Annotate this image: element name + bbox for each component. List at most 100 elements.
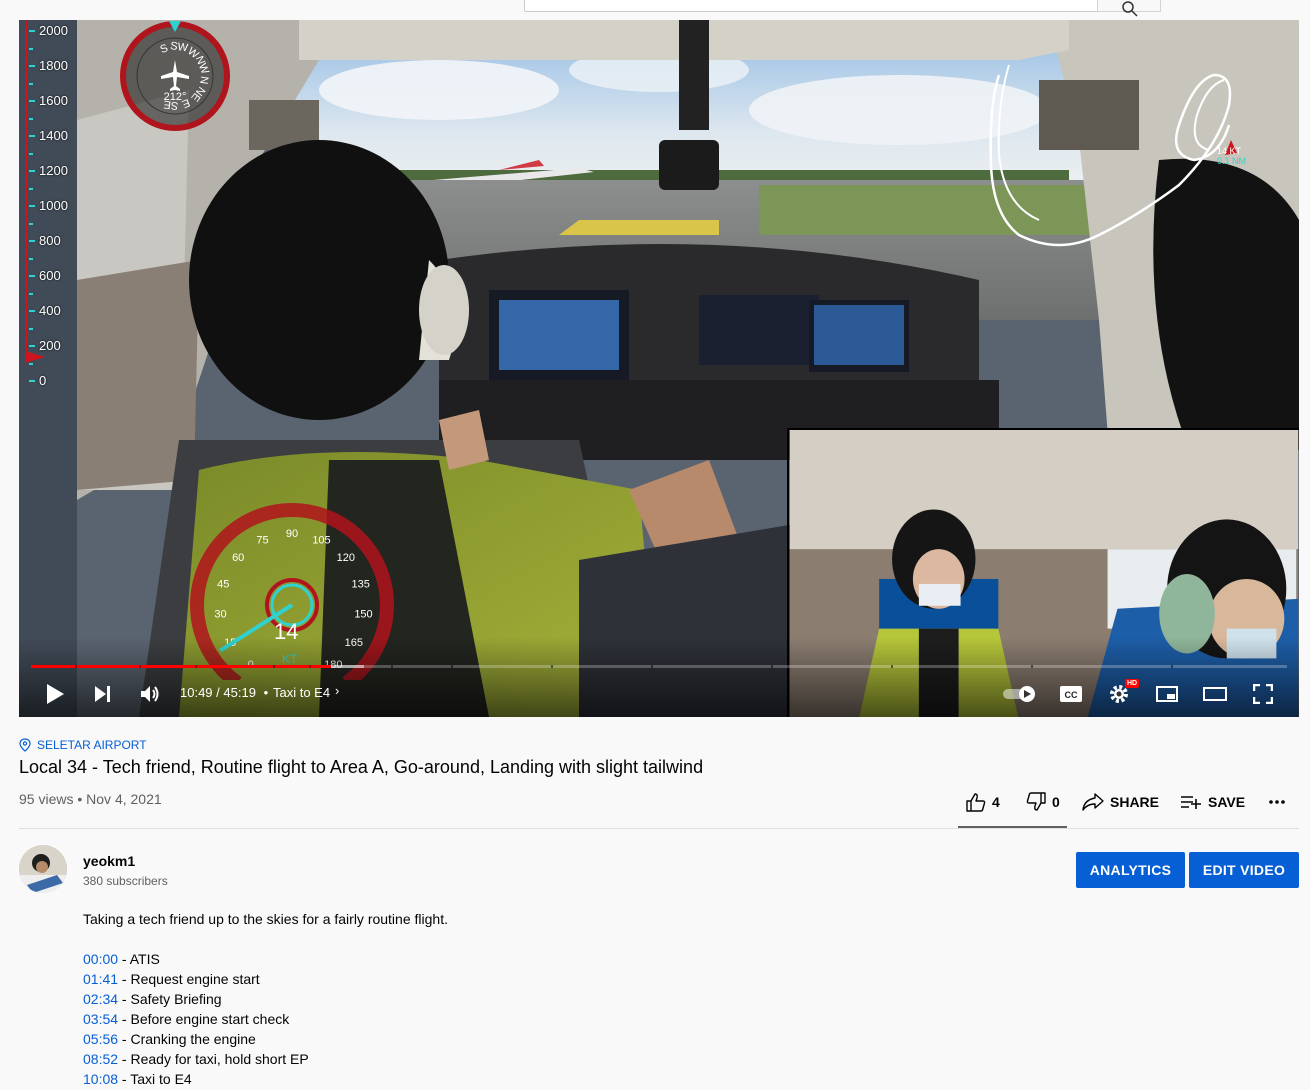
chapter-marker	[551, 665, 553, 668]
play-icon	[47, 684, 64, 704]
channel-avatar[interactable]	[19, 845, 67, 893]
altitude-minor-tick	[29, 327, 33, 330]
share-label: SHARE	[1110, 794, 1160, 810]
edit-video-button[interactable]: EDIT VIDEO	[1189, 852, 1299, 888]
chapter-row: 10:08 - Taxi to E4	[83, 1069, 309, 1089]
chapter-marker	[139, 665, 141, 668]
channel-name[interactable]: yeokm1	[83, 853, 135, 869]
ground-track-map	[989, 64, 1237, 247]
chapter-list: 00:00 - ATIS 01:41 - Request engine start…	[83, 949, 309, 1089]
altitude-tick	[29, 135, 35, 137]
track-distance-readout: 0.1 NM	[1217, 156, 1247, 166]
chapter-title-button[interactable]: Taxi to E4	[273, 685, 330, 700]
altitude-tick	[29, 205, 35, 207]
chapter-row: 00:00 - ATIS	[83, 949, 309, 969]
progress-bar[interactable]	[31, 665, 1287, 668]
altitude-minor-tick	[29, 187, 33, 190]
altitude-tick	[29, 100, 35, 102]
search-button[interactable]	[1097, 0, 1161, 17]
chapter-timestamp-link[interactable]: 05:56	[83, 1031, 118, 1047]
chapter-marker	[195, 665, 197, 668]
chapter-timestamp-link[interactable]: 03:54	[83, 1011, 118, 1027]
chapter-marker	[75, 665, 77, 668]
chevron-right-icon[interactable]: ›	[335, 683, 339, 698]
altitude-redline	[25, 20, 28, 360]
chapter-label: - Cranking the engine	[118, 1031, 256, 1047]
like-count: 4	[992, 794, 1000, 810]
chapter-timestamp-link[interactable]: 01:41	[83, 971, 118, 987]
miniplayer-icon	[1156, 686, 1178, 702]
airspeed-scale-label: 75	[256, 534, 268, 546]
avatar-image	[19, 845, 67, 893]
theater-mode-button[interactable]	[1201, 680, 1229, 708]
upload-date: Nov 4, 2021	[86, 791, 162, 807]
chapter-marker	[391, 665, 393, 668]
chapter-bullet: •	[263, 685, 269, 700]
more-actions-button[interactable]	[1268, 786, 1286, 818]
autoplay-toggle[interactable]	[1001, 680, 1041, 708]
analytics-button[interactable]: ANALYTICS	[1076, 852, 1185, 888]
play-button[interactable]	[41, 680, 69, 708]
share-button[interactable]: SHARE	[1082, 786, 1159, 818]
altitude-tick	[29, 380, 35, 382]
altitude-minor-tick	[29, 47, 33, 50]
altitude-minor-tick	[29, 222, 33, 225]
miniplayer-button[interactable]	[1153, 680, 1181, 708]
airspeed-scale-label: 150	[354, 608, 372, 620]
search-input[interactable]	[524, 0, 1098, 12]
fullscreen-button[interactable]	[1249, 680, 1277, 708]
altitude-tick	[29, 310, 35, 312]
compass-label: N	[197, 75, 210, 85]
chapter-timestamp-link[interactable]: 00:00	[83, 951, 118, 967]
share-icon	[1082, 793, 1104, 811]
search-icon	[1122, 1, 1138, 17]
mute-button[interactable]	[137, 680, 165, 708]
dislike-count: 0	[1052, 794, 1060, 810]
altitude-label: 0	[39, 373, 47, 388]
chapter-timestamp-link[interactable]: 02:34	[83, 991, 118, 1007]
altitude-label: 1400	[39, 128, 68, 143]
altitude-tick	[29, 65, 35, 67]
chapter-timestamp-link[interactable]: 08:52	[83, 1051, 118, 1067]
altitude-tick	[29, 275, 35, 277]
altitude-marker	[25, 351, 45, 363]
altitude-label: 800	[39, 233, 61, 248]
masthead	[0, 0, 1310, 20]
subtitles-button[interactable]: CC	[1057, 680, 1085, 708]
video-player[interactable]: 2000 1800 1600 1400 1200 1000 800 600 400 200 0 SS…	[19, 20, 1299, 717]
save-button[interactable]: SAVE	[1180, 786, 1245, 818]
chapter-marker	[273, 665, 275, 668]
more-horizontal-icon	[1269, 800, 1285, 804]
airspeed-scale-label: 60	[232, 552, 244, 564]
chapter-marker	[451, 665, 453, 668]
dislike-button[interactable]: 0	[1026, 786, 1060, 818]
thumbs-down-icon	[1026, 792, 1046, 811]
chapter-timestamp-link[interactable]: 10:08	[83, 1071, 118, 1087]
like-button[interactable]: 4	[966, 786, 1000, 818]
altitude-minor-tick	[29, 82, 33, 85]
volume-icon	[141, 686, 159, 702]
chapter-row: 03:54 - Before engine start check	[83, 1009, 309, 1029]
description-text: Taking a tech friend up to the skies for…	[83, 911, 448, 927]
video-meta: 95 views • Nov 4, 2021	[19, 791, 162, 807]
altitude-label: 1200	[39, 163, 68, 178]
subscriber-count: 380 subscribers	[83, 874, 168, 888]
chapter-row: 05:56 - Cranking the engine	[83, 1029, 309, 1049]
chapter-marker	[891, 665, 893, 668]
altitude-tape: 2000 1800 1600 1400 1200 1000 800 600 400 200 0	[19, 20, 77, 717]
chapter-row: 02:34 - Safety Briefing	[83, 989, 309, 1009]
chapter-label: - Ready for taxi, hold short EP	[118, 1051, 309, 1067]
chapter-label: - ATIS	[118, 951, 160, 967]
theater-mode-icon	[1203, 687, 1227, 701]
altitude-tick	[29, 170, 35, 172]
location-link[interactable]: SELETAR AIRPORT	[19, 738, 147, 752]
chapter-marker	[309, 665, 311, 668]
fullscreen-icon	[1253, 684, 1273, 704]
altitude-label: 400	[39, 303, 61, 318]
altitude-minor-tick	[29, 292, 33, 295]
altitude-minor-tick	[29, 152, 33, 155]
skip-next-icon	[95, 686, 110, 702]
next-button[interactable]	[89, 680, 117, 708]
chapter-marker	[1171, 665, 1173, 668]
chapter-marker	[1031, 665, 1033, 668]
